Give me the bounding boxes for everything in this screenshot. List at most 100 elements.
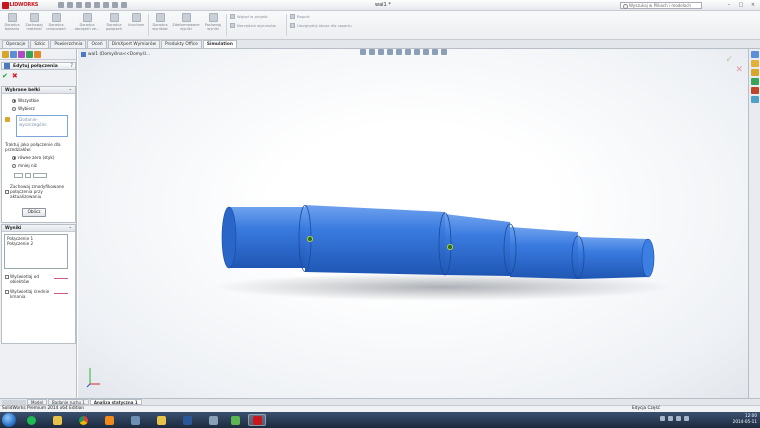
solidworks-resources-icon[interactable] bbox=[750, 51, 759, 58]
radio-all[interactable]: Wszystkie bbox=[12, 98, 39, 103]
solidworks-taskbar-icon bbox=[252, 415, 262, 425]
close-button[interactable]: × bbox=[748, 1, 758, 9]
help-icon[interactable]: ? bbox=[70, 63, 73, 70]
loads-advisor-button[interactable]: Doradca obciążeń ze... bbox=[74, 13, 100, 31]
connections-advisor-button[interactable]: Doradca połączeń bbox=[104, 13, 124, 31]
options-icon[interactable] bbox=[121, 2, 127, 8]
solidworks-logo[interactable]: SOLIDWORKS bbox=[2, 1, 38, 10]
tab-features[interactable]: Operacje bbox=[2, 40, 30, 48]
shaft-model[interactable] bbox=[78, 49, 748, 398]
compare-results-button[interactable]: Porównaj wyniki bbox=[203, 13, 223, 31]
appearances-icon[interactable] bbox=[750, 87, 759, 94]
feature-tree-icon[interactable] bbox=[2, 51, 9, 58]
radio-less-than[interactable]: mniej niż bbox=[12, 163, 37, 168]
volume-icon[interactable] bbox=[684, 416, 689, 421]
show-joints-checkbox[interactable] bbox=[5, 275, 9, 279]
collapse-icon[interactable]: ⌃ bbox=[69, 225, 72, 232]
cancel-button[interactable]: ✖ bbox=[12, 73, 18, 80]
plot-tools-button[interactable]: Narzędzia wykresów bbox=[230, 23, 276, 28]
joint-marker[interactable] bbox=[446, 243, 453, 250]
tab-office-products[interactable]: Produkty Office bbox=[160, 40, 202, 48]
diameter-color-swatch[interactable] bbox=[54, 293, 68, 294]
joint-marker[interactable] bbox=[306, 235, 313, 242]
tab-evaluate[interactable]: Oceń bbox=[87, 40, 107, 48]
tab-dimxpert[interactable]: DimXpert Wymiarów bbox=[107, 40, 160, 48]
radio-dot bbox=[12, 155, 16, 160]
tab-scroll-arrows[interactable] bbox=[2, 399, 26, 405]
quick-access-toolbar bbox=[58, 2, 127, 8]
results-advisor-button[interactable]: Doradca wyników bbox=[150, 13, 170, 31]
display-manager-icon[interactable] bbox=[34, 51, 41, 58]
group-header[interactable]: Wyniki ⌃ bbox=[2, 225, 75, 232]
spotify-icon bbox=[26, 415, 36, 425]
open-icon[interactable] bbox=[67, 2, 73, 8]
taskbar-app-graph[interactable] bbox=[226, 414, 244, 426]
custom-properties-icon[interactable] bbox=[750, 96, 759, 103]
taskbar-app-monitor[interactable] bbox=[126, 414, 144, 426]
network-icon[interactable] bbox=[676, 416, 681, 421]
units-select[interactable] bbox=[33, 173, 47, 178]
ribbon-separator bbox=[226, 14, 227, 36]
file-explorer-icon[interactable] bbox=[750, 69, 759, 76]
dimxpert-icon[interactable] bbox=[26, 51, 33, 58]
taskbar-app-media[interactable] bbox=[100, 414, 118, 426]
print-icon[interactable] bbox=[85, 2, 91, 8]
clearance-spinner[interactable] bbox=[25, 173, 31, 178]
radio-selected[interactable]: Wybierz bbox=[12, 106, 35, 111]
selected-beams-group: Wybrane bełki ⌃ Wszystkie Wybierz Dodani… bbox=[1, 86, 76, 223]
graphics-viewport[interactable]: wal1 (Domyślna<<Domyśl... ✓ ✕ bbox=[78, 49, 748, 398]
radio-clearance-zero[interactable]: równe zero (styk) bbox=[12, 155, 54, 160]
shaft-segment bbox=[305, 205, 445, 275]
tab-sketch[interactable]: Szkic bbox=[30, 40, 50, 48]
ribbon-separator bbox=[148, 14, 149, 36]
design-insight-button[interactable]: Wgląd w projekt bbox=[230, 14, 268, 19]
undo-icon[interactable] bbox=[94, 2, 100, 8]
shaft-segment bbox=[510, 227, 578, 279]
taskbar-app-explorer[interactable] bbox=[48, 414, 66, 426]
taskbar-app-solidworks[interactable] bbox=[248, 414, 266, 426]
new-icon[interactable] bbox=[58, 2, 64, 8]
taskbar-app-spotify[interactable] bbox=[22, 414, 40, 426]
run-button[interactable]: Uruchom bbox=[126, 13, 146, 27]
rebuild-icon[interactable] bbox=[112, 2, 118, 8]
taskbar-app-chrome[interactable] bbox=[74, 414, 92, 426]
tray-icon[interactable] bbox=[660, 416, 665, 421]
search-input[interactable]: Wyszukaj w Plikach i modelach bbox=[620, 2, 702, 9]
tray-icon[interactable] bbox=[668, 416, 673, 421]
beam-selection-list[interactable]: Dodanie-wyszczególni bbox=[16, 115, 68, 137]
design-library-icon[interactable] bbox=[750, 60, 759, 67]
fixtures-advisor-button[interactable]: Doradca umocowań bbox=[46, 13, 66, 31]
configuration-icon[interactable] bbox=[18, 51, 25, 58]
taskbar-app-settings[interactable] bbox=[204, 414, 222, 426]
include-image-button[interactable]: Uwzględnij obraz dla raportu bbox=[290, 23, 352, 28]
taskbar-app-help[interactable] bbox=[152, 414, 170, 426]
group-header[interactable]: Wybrane bełki ⌃ bbox=[2, 87, 75, 94]
clock[interactable]: 12:00 2014-05-11 bbox=[733, 413, 757, 425]
save-icon[interactable] bbox=[76, 2, 82, 8]
help-app-icon bbox=[156, 415, 166, 425]
study-advisor-button[interactable]: Doradca badania bbox=[2, 13, 22, 31]
joints-results-list[interactable]: Połączenie 1 Połączenie 2 bbox=[4, 234, 68, 269]
taskbar-app-word[interactable] bbox=[178, 414, 196, 426]
joint-color-swatch[interactable] bbox=[54, 278, 68, 279]
compute-button[interactable]: Oblicz bbox=[22, 208, 46, 217]
load-icon bbox=[82, 13, 92, 22]
tab-surfaces[interactable]: Powierzchnia bbox=[50, 40, 87, 48]
show-diameter-checkbox[interactable] bbox=[5, 290, 9, 294]
view-palette-icon[interactable] bbox=[750, 78, 759, 85]
start-button[interactable] bbox=[2, 413, 16, 427]
material-button[interactable]: Zachowaj materiał bbox=[24, 13, 44, 31]
ok-button[interactable]: ✔ bbox=[2, 73, 8, 80]
plot-tools-icon bbox=[230, 23, 235, 28]
list-item[interactable]: Połączenie 2 bbox=[7, 241, 65, 246]
deformed-result-button[interactable]: Zdeformowane wyniki bbox=[172, 13, 200, 31]
maximize-button[interactable]: □ bbox=[736, 1, 746, 9]
tab-simulation[interactable]: Simulation bbox=[202, 40, 237, 48]
property-manager-icon[interactable] bbox=[10, 51, 17, 58]
clearance-value-field[interactable] bbox=[14, 173, 23, 178]
collapse-icon[interactable]: ⌃ bbox=[69, 87, 72, 94]
select-icon[interactable] bbox=[103, 2, 109, 8]
minimize-button[interactable]: – bbox=[724, 1, 734, 9]
keep-modified-checkbox[interactable] bbox=[5, 190, 9, 194]
report-button[interactable]: Raport bbox=[290, 14, 310, 19]
